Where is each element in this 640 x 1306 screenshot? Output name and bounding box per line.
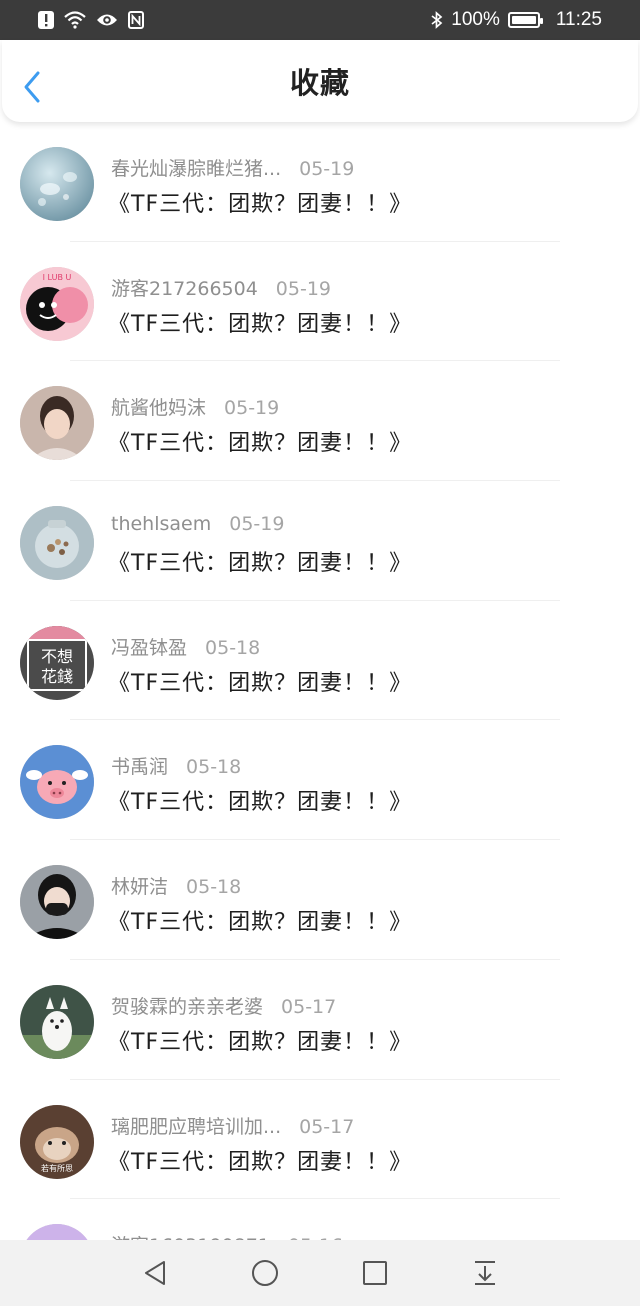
app-header: 收藏 [2, 40, 638, 122]
date: 05-18 [186, 876, 242, 899]
battery-fill [511, 16, 536, 24]
wifi-icon [64, 11, 86, 29]
avatar[interactable] [20, 745, 94, 820]
list-item[interactable]: 贺骏霖的亲亲老婆 05-17 《TF三代：团欺？团妻！！》 [0, 960, 640, 1080]
system-nav-bar [0, 1240, 640, 1306]
username[interactable]: 贺骏霖的亲亲老婆 [111, 992, 263, 1019]
notification-pull-icon [475, 1261, 495, 1285]
story-title[interactable]: 《TF三代：团欺？团妻！！》 [108, 425, 412, 457]
story-title[interactable]: 《TF三代：团欺？团妻！！》 [108, 665, 412, 697]
username[interactable]: 冯盈钵盈 [111, 633, 187, 660]
username[interactable]: 林妍洁 [111, 872, 168, 899]
avatar[interactable]: 若有所思 [20, 1104, 94, 1179]
eye-icon [96, 12, 118, 28]
list-item[interactable]: 游客160319087105-16 [0, 1199, 640, 1240]
back-arrow-icon [24, 71, 40, 103]
date: 05-18 [186, 756, 242, 779]
avatar-text: 花錢 [41, 667, 73, 686]
list-item[interactable]: 书禹润 05-18 《TF三代：团欺？团妻！！》 [0, 720, 640, 841]
back-triangle-icon [145, 1261, 165, 1285]
list-item[interactable]: 航酱他妈沫 05-19 《TF三代：团欺？团妻！！》 [0, 361, 640, 482]
date: 05-18 [205, 636, 261, 659]
list-item[interactable]: 春光灿瀑腙睢烂猪... 05-19 《TF三代：团欺？团妻！！》 [0, 122, 640, 242]
nav-recents-button[interactable] [355, 1253, 395, 1293]
list-item[interactable]: 若有所思 璃肥肥应聘培训加... 05-17 《TF三代：团欺？团妻！！》 [0, 1080, 640, 1200]
list-item[interactable]: 林妍洁 05-18 《TF三代：团欺？团妻！！》 [0, 840, 640, 960]
svg-text:I LUB U: I LUB U [43, 273, 72, 282]
nav-home-button[interactable] [245, 1253, 285, 1293]
date: 05-19 [224, 397, 280, 420]
list-item[interactable]: 不想 花錢 冯盈钵盈 05-18 《TF三代：团欺？团妻！！》 [0, 601, 640, 721]
avatar[interactable] [20, 386, 94, 461]
avatar[interactable] [20, 147, 94, 221]
username[interactable]: thehlsaem [111, 513, 211, 535]
story-title[interactable]: 《TF三代：团欺？团妻！！》 [108, 784, 412, 816]
date: 05-19 [229, 513, 285, 536]
nfc-icon [128, 11, 144, 29]
clock: 11:25 [555, 9, 602, 30]
status-bar: 100% 11:25 [0, 0, 640, 40]
date: 05-17 [299, 1115, 355, 1138]
story-title[interactable]: 《TF三代：团欺？团妻！！》 [108, 1024, 412, 1056]
nav-back-button[interactable] [135, 1253, 175, 1293]
story-title[interactable]: 《TF三代：团欺？团妻！！》 [108, 306, 412, 338]
avatar[interactable] [20, 1224, 94, 1240]
username[interactable]: 游客217266504 [111, 274, 258, 301]
username[interactable]: 游客1603190871 [111, 1231, 270, 1240]
avatar[interactable]: 不想 花錢 [20, 625, 94, 700]
battery-icon [507, 12, 543, 28]
username[interactable]: 书禹润 [111, 752, 168, 779]
list-item[interactable]: I LUB U 游客217266504 05-19 《TF三代：团欺？团妻！！》 [0, 242, 640, 362]
date: 05-19 [299, 158, 355, 180]
username[interactable]: 航酱他妈沫 [111, 393, 206, 420]
story-title[interactable]: 《TF三代：团欺？团妻！！》 [108, 545, 412, 577]
date: 05-17 [281, 995, 337, 1018]
avatar[interactable] [20, 865, 94, 940]
page-title: 收藏 [289, 66, 350, 100]
story-title[interactable]: 《TF三代：团欺？团妻！！》 [108, 186, 412, 218]
favorites-list[interactable]: 春光灿瀑腙睢烂猪... 05-19 《TF三代：团欺？团妻！！》 I LUB U … [0, 122, 640, 1240]
alert-icon [38, 11, 54, 29]
date: 05-19 [275, 277, 332, 300]
story-title[interactable]: 《TF三代：团欺？团妻！！》 [108, 1144, 412, 1176]
avatar[interactable]: I LUB U [20, 266, 94, 341]
home-circle-icon [252, 1260, 278, 1286]
username[interactable]: 春光灿瀑腙睢烂猪... [111, 154, 281, 181]
recents-square-icon [363, 1261, 387, 1285]
list-item[interactable]: thehlsaem 05-19 《TF三代：团欺？团妻！！》 [0, 481, 640, 601]
back-button[interactable] [22, 68, 50, 106]
battery-percent: 100% [451, 9, 500, 30]
story-title[interactable]: 《TF三代：团欺？团妻！！》 [108, 904, 412, 936]
avatar-text: 不想 [41, 647, 73, 666]
nav-notification-button[interactable] [465, 1253, 505, 1293]
avatar[interactable] [20, 506, 94, 581]
avatar[interactable] [20, 984, 94, 1059]
bluetooth-icon [431, 11, 443, 29]
avatar-text: 若有所思 [41, 1163, 73, 1173]
username[interactable]: 璃肥肥应聘培训加... [111, 1112, 281, 1139]
